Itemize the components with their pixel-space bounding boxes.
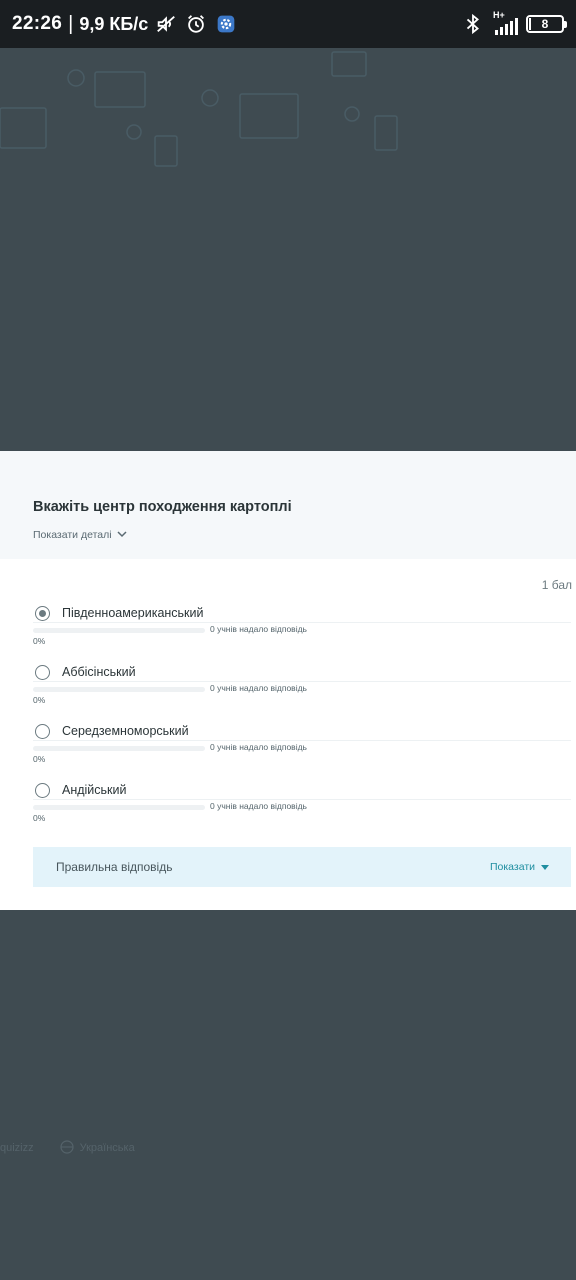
show-answer-button[interactable]: Показати bbox=[490, 861, 549, 873]
option-divider bbox=[33, 740, 571, 741]
show-answer-label: Показати bbox=[489, 861, 535, 873]
response-bar bbox=[33, 805, 205, 810]
answer-option[interactable]: Аббісінський 0 учнів надало відповідь 0% bbox=[33, 662, 571, 721]
radio-button[interactable] bbox=[35, 605, 50, 621]
footer-brand: quizizz bbox=[0, 1142, 34, 1154]
mute-icon bbox=[154, 12, 178, 36]
answer-option[interactable]: Андійський 0 учнів надало відповідь 0% bbox=[33, 780, 571, 839]
response-bar bbox=[33, 628, 205, 633]
caret-down-icon bbox=[541, 864, 549, 870]
status-bar: 22:26 | 9,9 КБ/с H+ 8 bbox=[0, 0, 576, 48]
background-footer: quizizz Українська bbox=[0, 1138, 576, 1158]
response-count: 0 учнів надало відповідь bbox=[210, 624, 307, 634]
response-percent: 0% bbox=[33, 695, 46, 705]
answer-options: Південноамериканський 0 учнів надало від… bbox=[33, 603, 571, 839]
network-type: H+ bbox=[493, 10, 505, 20]
response-count: 0 учнів надало відповідь bbox=[210, 801, 307, 811]
option-label: Середземноморський bbox=[62, 724, 189, 738]
show-details-link[interactable]: Показати деталі bbox=[33, 529, 543, 541]
response-percent: 0% bbox=[33, 636, 46, 646]
settings-app-icon bbox=[214, 12, 238, 36]
battery-icon: 8 bbox=[526, 15, 567, 33]
answer-option[interactable]: Середземноморський 0 учнів надало відпов… bbox=[33, 721, 571, 780]
correct-answer-panel: Правильна відповідь Показати bbox=[33, 847, 571, 887]
radio-button[interactable] bbox=[35, 723, 50, 739]
option-divider bbox=[33, 681, 571, 682]
answer-option[interactable]: Південноамериканський 0 учнів надало від… bbox=[33, 603, 571, 662]
question-header: Вкажіть центр походження картоплі Показа… bbox=[0, 451, 576, 559]
response-percent: 0% bbox=[33, 813, 46, 823]
status-separator: | bbox=[68, 12, 74, 35]
battery-level: 8 bbox=[541, 17, 549, 31]
signal-icon: H+ bbox=[493, 10, 518, 35]
radio-button[interactable] bbox=[35, 782, 50, 798]
show-details-label: Показати деталі bbox=[33, 529, 112, 541]
response-bar bbox=[33, 746, 205, 751]
language-label: Українська bbox=[79, 1142, 135, 1154]
radio-button[interactable] bbox=[35, 664, 50, 680]
option-divider bbox=[33, 622, 571, 623]
alarm-icon bbox=[184, 12, 208, 36]
option-label: Аббісінський bbox=[62, 665, 136, 679]
option-label: Південноамериканський bbox=[62, 606, 204, 620]
option-label: Андійський bbox=[62, 783, 127, 797]
response-bar bbox=[33, 687, 205, 692]
globe-icon bbox=[60, 1139, 74, 1157]
background-illustration bbox=[0, 51, 398, 167]
chevron-down-icon bbox=[117, 529, 127, 541]
option-divider bbox=[33, 799, 571, 800]
question-title: Вкажіть центр походження картоплі bbox=[33, 499, 292, 515]
correct-answer-label: Правильна відповідь bbox=[56, 860, 173, 874]
response-percent: 0% bbox=[33, 754, 46, 764]
language-selector: Українська bbox=[60, 1139, 135, 1157]
question-modal: Вкажіть центр походження картоплі Показа… bbox=[0, 451, 576, 910]
bluetooth-icon bbox=[461, 12, 485, 36]
status-time: 22:26 bbox=[12, 13, 63, 34]
question-points: 1 бал bbox=[541, 578, 572, 592]
network-speed: 9,9 КБ/с bbox=[79, 13, 149, 34]
response-count: 0 учнів надало відповідь bbox=[210, 683, 307, 693]
response-count: 0 учнів надало відповідь bbox=[210, 742, 307, 752]
